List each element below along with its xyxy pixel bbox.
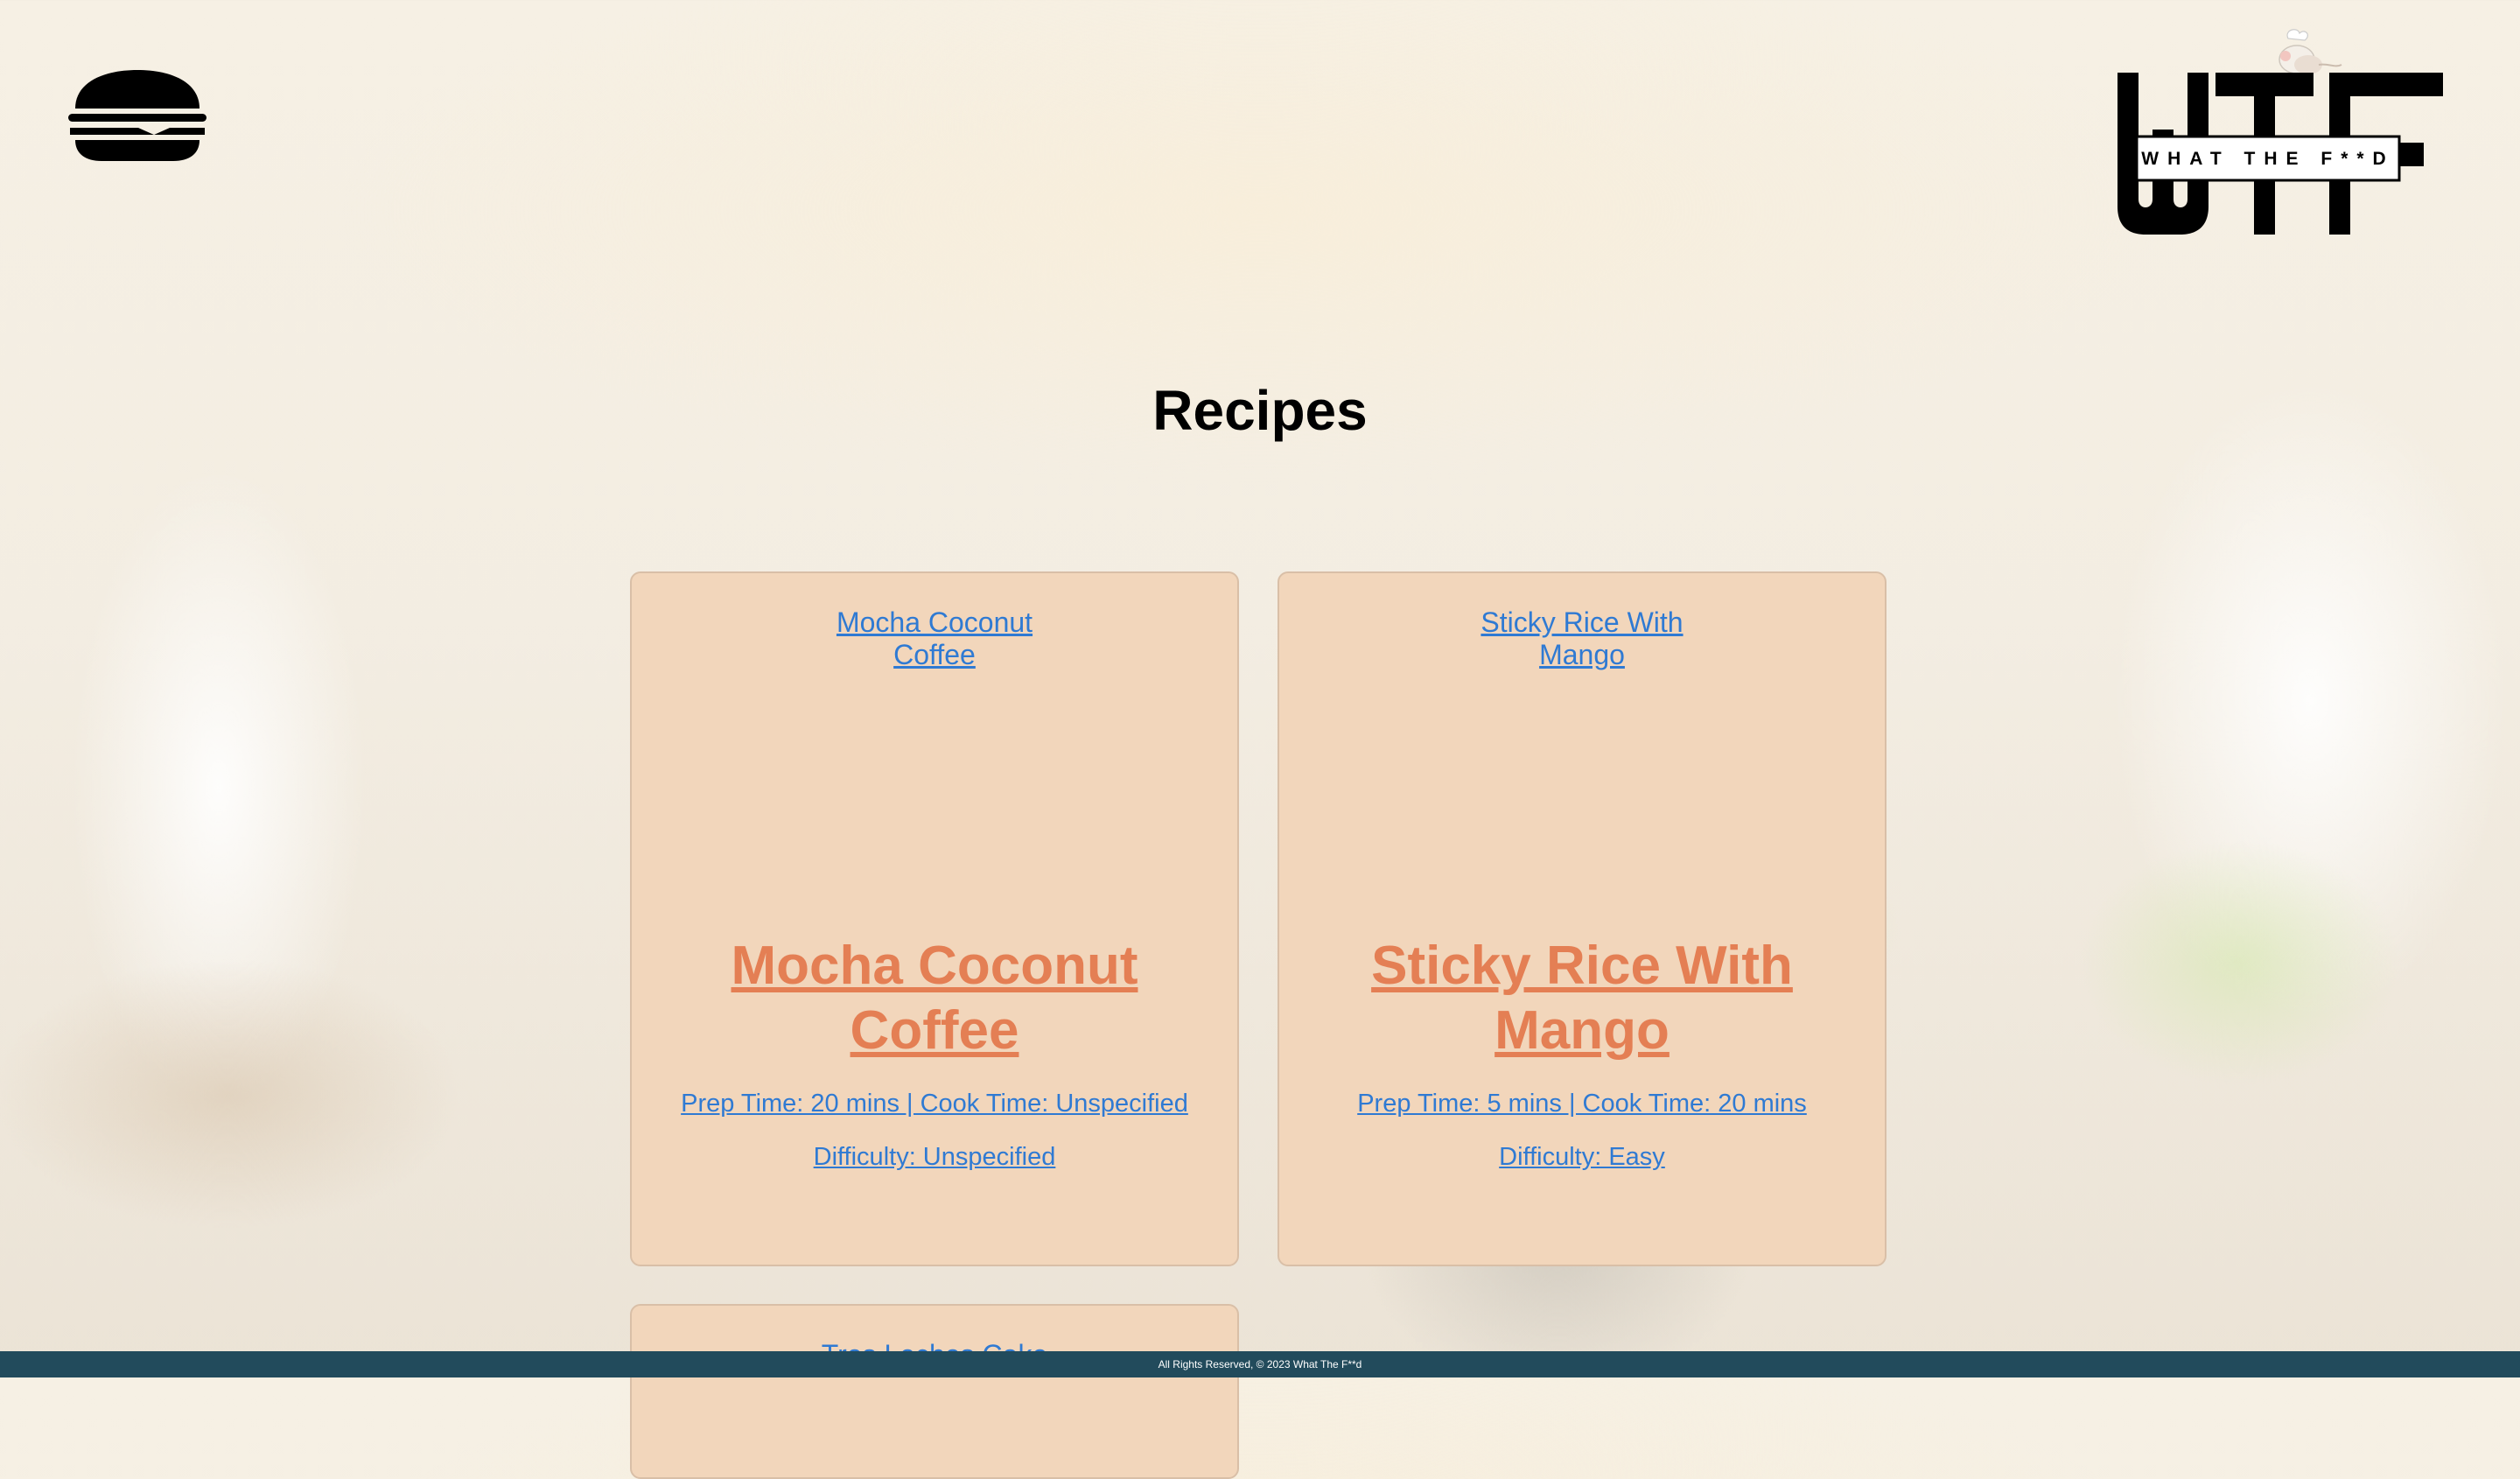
recipe-image-link[interactable]: Mocha Coconut Coffee — [794, 606, 1074, 671]
site-logo[interactable]: WHAT THE F**D — [2109, 25, 2459, 243]
hamburger-menu-icon — [68, 70, 206, 161]
recipe-times[interactable]: Prep Time: 5 mins | Cook Time: 20 mins — [1279, 1090, 1885, 1118]
recipe-card[interactable]: Sticky Rice With Mango Sticky Rice With … — [1278, 571, 1886, 1266]
recipe-times[interactable]: Prep Time: 20 mins | Cook Time: Unspecif… — [632, 1090, 1237, 1118]
footer-copyright: All Rights Reserved, © 2023 What The F**… — [1158, 1358, 1362, 1370]
page-title: Recipes — [1152, 379, 1368, 442]
recipe-card[interactable]: Mocha Coconut Coffee Mocha Coconut Coffe… — [630, 571, 1239, 1266]
logo-tagline: WHAT THE F**D — [2141, 149, 2394, 169]
recipe-title-link[interactable]: Mocha Coconut Coffee — [690, 934, 1180, 1063]
recipe-image[interactable] — [632, 671, 1237, 934]
recipe-difficulty[interactable]: Difficulty: Easy — [1279, 1143, 1885, 1172]
recipe-difficulty[interactable]: Difficulty: Unspecified — [632, 1143, 1237, 1172]
recipe-card[interactable]: Tres Leches Cake — [630, 1304, 1239, 1479]
footer: All Rights Reserved, © 2023 What The F**… — [0, 1351, 2520, 1377]
recipe-image[interactable] — [1279, 671, 1885, 934]
recipe-image-link[interactable]: Sticky Rice With Mango — [1442, 606, 1722, 671]
chef-mouse-icon — [2278, 29, 2342, 74]
recipe-title-link[interactable]: Sticky Rice With Mango — [1337, 934, 1827, 1063]
hamburger-menu-button[interactable] — [68, 68, 206, 163]
